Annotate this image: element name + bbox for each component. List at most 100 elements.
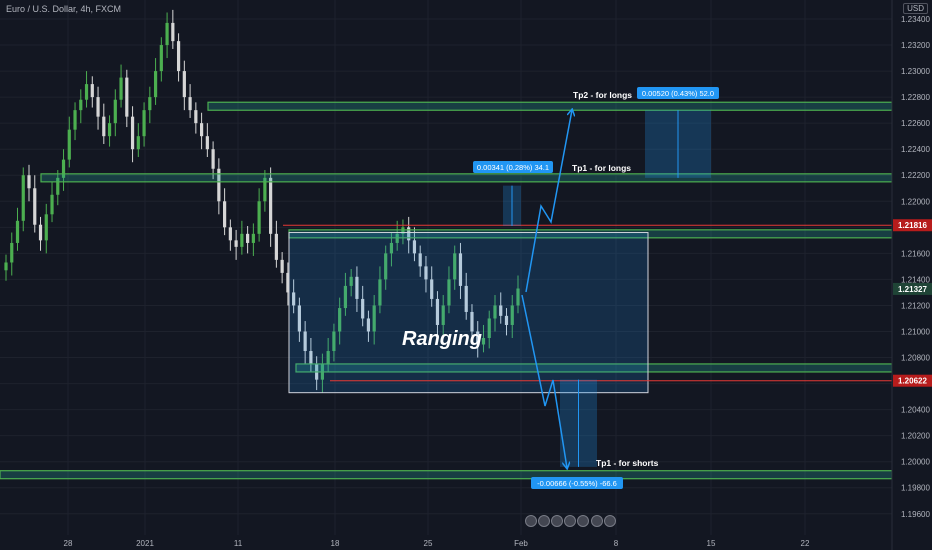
event-marker-icon xyxy=(577,515,589,527)
measure-label-2: 0.00520 (0.43%) 52.0 xyxy=(642,89,714,98)
candle xyxy=(79,89,83,124)
price-tick-label: 1.23000 xyxy=(901,67,930,76)
candle xyxy=(10,232,14,276)
price-tick-label: 1.22000 xyxy=(901,197,930,206)
tp1-shorts-zone xyxy=(0,470,893,480)
candle xyxy=(153,58,158,105)
candle-body xyxy=(84,84,89,100)
time-axis: 28 2021 11 18 25 Feb 8 15 22 xyxy=(64,539,810,548)
event-marker-icon xyxy=(551,515,563,527)
candle xyxy=(50,181,54,223)
candle xyxy=(4,254,8,281)
event-marker-circle xyxy=(551,515,563,527)
price-tick-label: 1.20400 xyxy=(901,406,930,415)
event-marker-circle xyxy=(538,515,550,527)
candle xyxy=(44,203,48,254)
candle xyxy=(38,216,43,251)
chart-canvas[interactable]: 0.00341 (0.28%) 34.1 0.00520 (0.43%) 52.0… xyxy=(0,0,932,550)
drawing-layer: 0.00341 (0.28%) 34.1 0.00520 (0.43%) 52.0… xyxy=(0,87,893,527)
candle-body xyxy=(176,41,181,72)
candle-body xyxy=(199,123,204,137)
candle-body xyxy=(246,233,250,243)
candle-body xyxy=(90,84,94,98)
candle-body xyxy=(15,220,20,243)
currency-badge[interactable]: USD xyxy=(903,3,928,14)
event-marker-circle xyxy=(591,515,603,527)
candle xyxy=(136,123,140,158)
ranging-label: Ranging xyxy=(402,328,482,350)
candle-body xyxy=(234,240,238,247)
candle xyxy=(21,167,25,232)
candle xyxy=(223,188,227,236)
tp1-longs-zone xyxy=(40,173,893,183)
candle-body xyxy=(125,77,129,117)
candle-body xyxy=(171,22,175,42)
time-tick-label: Feb xyxy=(514,539,528,548)
candle-body xyxy=(119,77,123,100)
price-tick-label: 1.23400 xyxy=(901,15,930,24)
event-marker-icon xyxy=(604,515,616,527)
price-tick-label: 1.22200 xyxy=(901,171,930,180)
range-box xyxy=(288,232,649,394)
candle-body xyxy=(136,136,140,150)
price-tick-label: 1.21600 xyxy=(901,249,930,258)
candle xyxy=(15,207,20,251)
candle-body xyxy=(113,99,117,124)
candle xyxy=(148,86,152,124)
candle xyxy=(217,158,221,215)
candle-body xyxy=(67,129,71,160)
price-axis: 1.23400 1.23200 1.23000 1.22800 1.22600 1.224… xyxy=(891,0,932,550)
time-tick-label: 2021 xyxy=(136,539,154,548)
time-tick-label: 15 xyxy=(707,539,716,548)
candle xyxy=(84,71,89,108)
time-tick-label: 25 xyxy=(424,539,433,548)
candle-body xyxy=(130,116,135,150)
price-tick-label: 1.20200 xyxy=(901,432,930,441)
candle-body xyxy=(205,136,209,150)
candle xyxy=(171,9,175,49)
price-tick-label: 1.22400 xyxy=(901,145,930,154)
candle-body xyxy=(102,116,106,137)
time-tick-label: 8 xyxy=(614,539,619,548)
price-tick-label: 1.19600 xyxy=(901,510,930,519)
candle-body xyxy=(96,97,100,117)
candle-body xyxy=(274,233,278,260)
price-tick-label: 1.23200 xyxy=(901,41,930,50)
candle-body xyxy=(280,259,284,273)
candle-body xyxy=(182,71,186,98)
tp2-longs-zone xyxy=(207,101,893,111)
tp1-shorts-label: Tp1 - for shorts xyxy=(596,458,659,468)
candle-body xyxy=(27,175,31,189)
candle-body xyxy=(50,194,54,215)
time-tick-label: 28 xyxy=(64,539,73,548)
candle xyxy=(130,106,135,163)
candle xyxy=(107,115,112,147)
candle xyxy=(274,220,278,268)
candle-body xyxy=(107,123,112,137)
candle-body xyxy=(269,177,273,234)
candle-body xyxy=(10,242,14,263)
event-marker-icon xyxy=(538,515,550,527)
candle-body xyxy=(4,262,8,271)
price-badge: 1.20622 xyxy=(893,374,932,387)
candle-body xyxy=(228,227,232,241)
candle xyxy=(246,226,250,254)
candle xyxy=(199,112,204,150)
candle xyxy=(234,229,238,260)
candle xyxy=(90,76,94,108)
candle-body xyxy=(79,99,83,111)
event-marker-icon xyxy=(564,515,576,527)
event-marker-circle xyxy=(564,515,576,527)
price-tick-label: 1.22600 xyxy=(901,119,930,128)
candle xyxy=(205,123,209,158)
candle xyxy=(194,102,198,134)
price-badge: 1.21816 xyxy=(893,219,932,232)
candle-body xyxy=(21,175,25,221)
time-tick-label: 11 xyxy=(234,539,243,548)
candle xyxy=(251,223,255,256)
price-tick-label: 1.21200 xyxy=(901,301,930,310)
candle xyxy=(61,149,66,191)
candle-body xyxy=(153,71,158,98)
price-tick-label: 1.20800 xyxy=(901,354,930,363)
candle xyxy=(113,89,117,137)
